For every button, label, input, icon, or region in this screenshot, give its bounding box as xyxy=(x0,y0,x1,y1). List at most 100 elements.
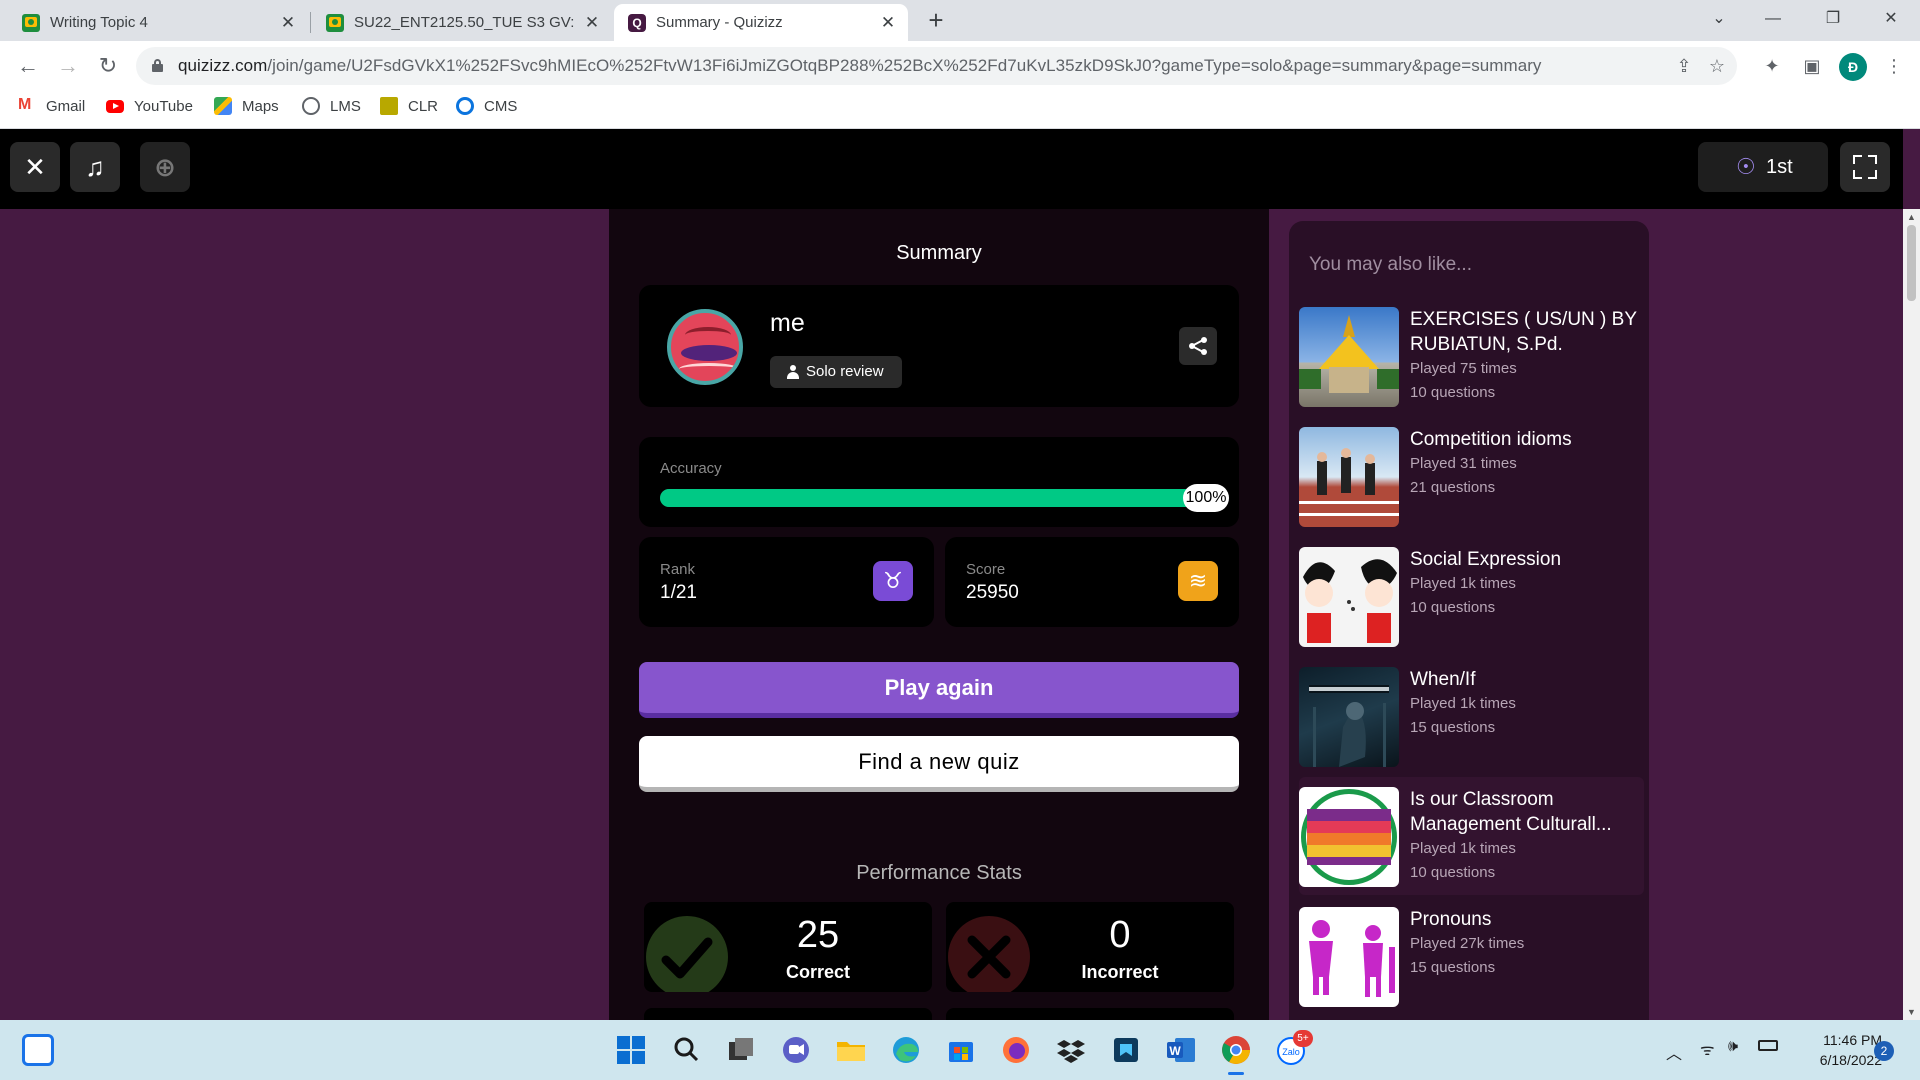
word-icon[interactable]: W xyxy=(1165,1034,1197,1066)
url-text[interactable]: quizizz.com/join/game/U2FsdGVkX1%252FSvc… xyxy=(178,56,1542,76)
restore-button[interactable]: ❐ xyxy=(1810,0,1856,38)
incorrect-label: Incorrect xyxy=(1081,962,1159,982)
accuracy-value: 100% xyxy=(1183,484,1229,512)
scroll-up-arrow-icon[interactable]: ▲ xyxy=(1903,209,1920,225)
globe-icon xyxy=(302,97,320,115)
start-button[interactable] xyxy=(615,1034,647,1066)
bookmark-maps[interactable]: Maps xyxy=(214,91,279,121)
reload-button[interactable]: ↻ xyxy=(92,50,124,82)
microsoft-store-icon[interactable] xyxy=(945,1034,977,1066)
chevron-up-icon[interactable]: ︿ xyxy=(1666,1040,1682,1064)
bookmark-gmail[interactable]: Gmail xyxy=(18,91,85,121)
bookmark-lms[interactable]: LMS xyxy=(302,91,361,121)
quiz-question-count: 10 questions xyxy=(1410,599,1496,616)
fullscreen-button[interactable] xyxy=(1840,142,1890,192)
new-tab-button[interactable]: + xyxy=(921,6,951,36)
tab-search-icon[interactable]: ⌄ xyxy=(1696,0,1742,38)
close-tab-icon[interactable]: ✕ xyxy=(278,13,298,33)
mode-label: Solo review xyxy=(806,363,884,380)
lock-icon[interactable] xyxy=(152,59,163,72)
youtube-icon xyxy=(106,100,124,113)
clock-time: 11:46 PM xyxy=(1823,1032,1882,1048)
file-explorer-icon[interactable] xyxy=(835,1034,867,1066)
profile-avatar[interactable]: Đ xyxy=(1839,53,1867,81)
dropbox-icon[interactable] xyxy=(1055,1034,1087,1066)
medal-icon: ♉ xyxy=(873,561,913,601)
bookmark-star-icon[interactable]: ☆ xyxy=(1706,55,1728,77)
notification-badge: 5+ xyxy=(1293,1030,1313,1047)
quizizz-icon xyxy=(628,13,646,32)
quiz-played-count: Played 27k times xyxy=(1410,935,1525,952)
recommended-quiz[interactable]: When/If Played 1k times 15 questions xyxy=(1299,657,1644,775)
scroll-down-arrow-icon[interactable]: ▼ xyxy=(1903,1004,1920,1020)
forward-button[interactable]: → xyxy=(52,50,84,82)
scrollbar-thumb[interactable] xyxy=(1907,225,1916,301)
back-button[interactable]: ← xyxy=(12,50,44,82)
recommendations-title: You may also like... xyxy=(1309,254,1472,275)
close-window-button[interactable]: ✕ xyxy=(1868,0,1914,38)
recommendations-column: You may also like... EXERCISES ( US/UN )… xyxy=(1269,209,1903,1020)
bookmark-youtube[interactable]: YouTube xyxy=(106,91,193,121)
play-again-button[interactable]: Play again xyxy=(639,662,1239,718)
wifi-icon[interactable]: ᯤ xyxy=(1700,1038,1715,1060)
medal-icon: ☉ xyxy=(1736,154,1756,179)
mode-badge: Solo review xyxy=(770,356,902,388)
search-icon[interactable] xyxy=(670,1034,702,1066)
recommended-quiz[interactable]: Is our Classroom Management Culturall...… xyxy=(1299,777,1644,895)
accuracy-bar xyxy=(660,489,1208,507)
tab-su22-ent[interactable]: SU22_ENT2125.50_TUE S3 GV: Ar ✕ xyxy=(312,4,612,41)
bookmark-clr[interactable]: CLR xyxy=(380,91,438,121)
clock[interactable]: 11:46 PM 6/18/2022 xyxy=(1792,1030,1882,1070)
battery-icon[interactable] xyxy=(1758,1040,1778,1051)
extensions-icon[interactable]: ✦ xyxy=(1758,52,1786,80)
tab-divider xyxy=(310,12,311,33)
share-page-icon[interactable]: ⇪ xyxy=(1673,55,1695,77)
zoom-button[interactable]: ⊕ xyxy=(140,142,190,192)
music-toggle-button[interactable]: ♫ xyxy=(70,142,120,192)
quiz-title: Pronouns xyxy=(1410,909,1492,930)
task-view-icon[interactable] xyxy=(725,1034,757,1066)
recommended-quiz[interactable]: EXERCISES ( US/UN ) BY RUBIATUN, S.Pd. P… xyxy=(1299,297,1644,415)
tab-quizizz-summary[interactable]: Summary - Quizizz ✕ xyxy=(614,4,908,41)
quiz-question-count: 10 questions xyxy=(1410,384,1496,401)
edge-icon[interactable] xyxy=(890,1034,922,1066)
chat-icon[interactable] xyxy=(780,1034,812,1066)
person-icon xyxy=(787,365,799,379)
summary-panel: Summary me Solo review Accuracy 100% Ran… xyxy=(609,209,1269,1028)
recommended-quiz[interactable]: Social Expression Played 1k times 10 que… xyxy=(1299,537,1644,655)
browser-tab-bar: Writing Topic 4 ✕ SU22_ENT2125.50_TUE S3… xyxy=(0,0,1920,41)
rank-pill-label: 1st xyxy=(1766,156,1793,178)
zalo-icon[interactable]: Zalo 5+ xyxy=(1275,1030,1313,1066)
quiz-thumbnail xyxy=(1299,787,1399,887)
recommendations-panel: You may also like... EXERCISES ( US/UN )… xyxy=(1289,221,1649,1020)
close-tab-icon[interactable]: ✕ xyxy=(878,13,898,33)
volume-icon[interactable]: 🕪 xyxy=(1728,1038,1738,1056)
close-tab-icon[interactable]: ✕ xyxy=(582,13,602,33)
firefox-icon[interactable] xyxy=(1000,1034,1032,1066)
tab-title: SU22_ENT2125.50_TUE S3 GV: Ar xyxy=(354,14,574,31)
recommended-quiz[interactable]: Competition idioms Played 31 times 21 qu… xyxy=(1299,417,1644,535)
side-panel-icon[interactable]: ▣ xyxy=(1798,52,1826,80)
quiz-thumbnail xyxy=(1299,307,1399,407)
page-scrollbar[interactable]: ▲ ▼ xyxy=(1903,209,1920,1020)
bookmark-label: YouTube xyxy=(134,97,193,115)
find-new-quiz-button[interactable]: Find a new quiz xyxy=(639,736,1239,792)
address-bar[interactable]: quizizz.com/join/game/U2FsdGVkX1%252FSvc… xyxy=(136,47,1737,85)
chrome-menu-icon[interactable]: ⋮ xyxy=(1880,52,1908,80)
recommended-quiz[interactable]: Pronouns Played 27k times 15 questions xyxy=(1299,897,1644,1015)
tab-writing-topic[interactable]: Writing Topic 4 ✕ xyxy=(8,4,308,41)
chrome-icon[interactable] xyxy=(1220,1034,1252,1075)
bookmark-label: CMS xyxy=(484,97,518,115)
page-title: Summary xyxy=(896,242,982,264)
quiz-question-count: 10 questions xyxy=(1410,864,1496,881)
share-button[interactable] xyxy=(1179,327,1217,365)
minimize-button[interactable]: — xyxy=(1750,0,1796,38)
rank-pill[interactable]: ☉ 1st xyxy=(1698,142,1828,192)
rank-card: Rank 1/21 ♉ xyxy=(639,537,934,627)
widgets-icon[interactable] xyxy=(22,1034,54,1066)
quiz-thumbnail xyxy=(1299,667,1399,767)
notifications-badge[interactable]: 2 xyxy=(1874,1041,1894,1061)
bookmark-cms[interactable]: CMS xyxy=(456,91,517,121)
app-icon[interactable] xyxy=(1110,1034,1142,1066)
close-game-button[interactable]: ✕ xyxy=(10,142,60,192)
